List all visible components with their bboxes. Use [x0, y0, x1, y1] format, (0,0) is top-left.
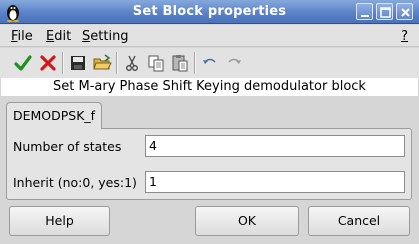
number-of-states-label: Number of states [13, 139, 122, 154]
redo-button[interactable] [224, 53, 244, 73]
save-icon [71, 56, 85, 70]
menu-setting[interactable]: Setting [82, 29, 129, 44]
menu-edit-label: Edit [46, 29, 72, 44]
help-button[interactable]: Help [9, 206, 110, 236]
open-button[interactable] [92, 53, 112, 73]
maximize-icon [380, 7, 391, 18]
menu-help[interactable]: ? [401, 29, 408, 44]
toolbar-separator [194, 52, 196, 74]
tab-demodpsk[interactable]: DEMODPSK_f [6, 102, 102, 129]
undo-icon [203, 58, 216, 64]
toolbar-separator [116, 52, 118, 74]
minimize-button[interactable] [356, 3, 373, 20]
minimize-icon [361, 15, 369, 17]
toolbar [0, 48, 419, 78]
save-button[interactable] [68, 53, 88, 73]
check-icon [14, 55, 32, 71]
paste-button[interactable] [170, 53, 190, 73]
cut-icon [126, 55, 138, 71]
menu-setting-label: Setting [82, 29, 129, 44]
redo-icon [228, 58, 241, 64]
title-bar: Set Block properties [0, 0, 419, 24]
menu-file[interactable]: File [11, 29, 33, 44]
toolbar-separator [62, 52, 64, 74]
cross-icon [40, 55, 56, 71]
inherit-label: Inherit (no:0, yes:1) [13, 175, 137, 190]
cancel-toolbar-button[interactable] [38, 53, 58, 73]
inherit-input[interactable]: 1 [145, 171, 405, 193]
menu-file-label: File [11, 29, 33, 44]
undo-button[interactable] [200, 53, 220, 73]
maximize-button[interactable] [376, 3, 393, 20]
close-window-button[interactable] [396, 3, 413, 20]
block-description: Set M-ary Phase Shift Keying demodulator… [1, 78, 418, 96]
copy-button[interactable] [146, 53, 166, 73]
menu-edit[interactable]: Edit [46, 29, 71, 44]
open-folder-icon [93, 54, 112, 70]
cancel-button[interactable]: Cancel [308, 206, 410, 236]
cut-button[interactable] [122, 53, 142, 73]
number-of-states-input[interactable]: 4 [145, 135, 405, 157]
paste-icon [172, 55, 188, 72]
ok-button[interactable]: OK [195, 206, 299, 236]
menu-bar: File Edit Setting ? [0, 25, 419, 47]
apply-button[interactable] [13, 53, 33, 73]
close-icon [401, 8, 410, 17]
copy-icon [148, 55, 164, 72]
